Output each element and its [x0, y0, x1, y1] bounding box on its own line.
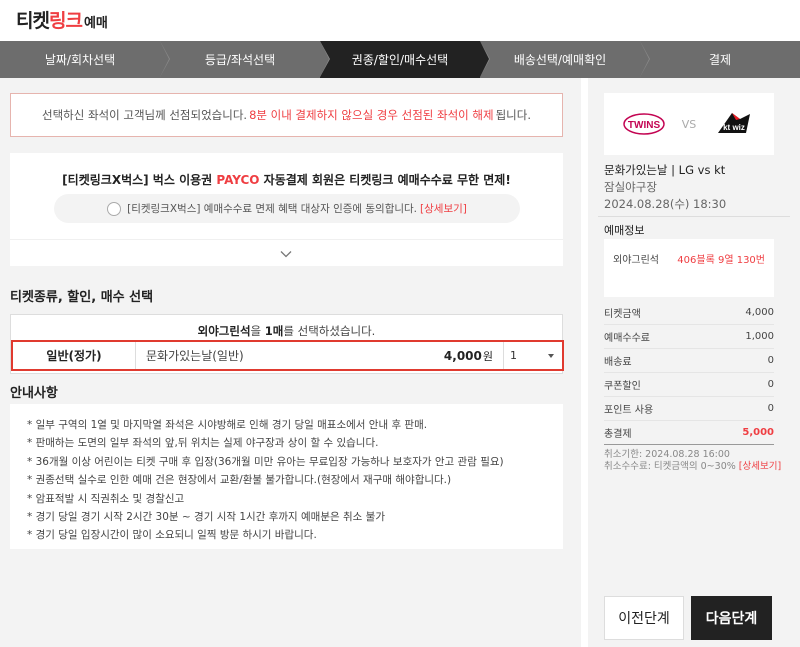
summary-text-mid: 을 [250, 324, 265, 338]
price-label: 쿠폰할인 [604, 381, 641, 392]
step-date-round: 날짜/회차선택 [0, 41, 170, 78]
summary-text-end: 를 선택하셨습니다. [283, 324, 376, 338]
bugs-promo-box: [티켓링크X벅스] 벅스 이용권 PAYCO 자동결제 회원은 티켓링크 예매수… [10, 153, 563, 266]
selected-seat-grade: 외야그린석 [197, 324, 251, 338]
ticket-type-row: 일반(정가) 문화가있는날(일반) 4,000원 1 [11, 340, 564, 371]
notice-suffix: 됩니다. [495, 108, 531, 122]
price-row-total: 총결제 5,000 [604, 421, 774, 445]
cancel-policy: 취소기한: 2024.08.28 16:00 취소수수료: 티켓금액의 0~30… [604, 449, 781, 473]
ticket-discount-name: 문화가있는날(일반) [146, 349, 244, 363]
selected-count: 1매 [264, 324, 284, 338]
price-value: 4,000 [745, 307, 774, 318]
ticket-price-value: 4,000 [443, 348, 482, 363]
promo-title: [티켓링크X벅스] 벅스 이용권 PAYCO 자동결제 회원은 티켓링크 예매수… [10, 171, 563, 188]
cancel-detail-link[interactable]: [상세보기] [739, 461, 781, 472]
price-label: 포인트 사용 [604, 405, 654, 416]
step-progress-bar: 날짜/회차선택 등급/좌석선택 권종/할인/매수선택 배송선택/예매확인 결제 [0, 41, 800, 78]
quantity-select[interactable]: 1 [503, 342, 560, 369]
prev-step-button[interactable]: 이전단계 [604, 596, 684, 640]
step-label: 결제 [708, 53, 732, 67]
logo-text-reserve: 예매 [83, 16, 108, 31]
price-value: 0 [767, 355, 774, 366]
logo-text-link: 링크 [48, 10, 83, 32]
quantity-value: 1 [510, 349, 517, 362]
step-ticket-type-current: 권종/할인/매수선택 [320, 41, 490, 78]
step-label: 배송선택/예매확인 [513, 53, 607, 67]
notice-highlight: 8분 이내 결제하지 않으실 경우 선점된 좌석이 해제 [249, 108, 494, 122]
price-label: 티켓금액 [604, 309, 641, 320]
vs-label: VS [681, 117, 697, 131]
seat-location: 406블록 9열 130번 [677, 255, 765, 266]
step-label: 권종/할인/매수선택 [351, 53, 449, 67]
promo-title-payco: PAYCO [216, 173, 260, 187]
ticketlink-logo[interactable]: 티켓 링크 예매 [16, 6, 108, 32]
home-logo-text: TWINS [628, 120, 661, 131]
price-value: 0 [767, 379, 774, 390]
guide-item: * 암표적발 시 직권취소 및 경찰신고 [27, 492, 185, 505]
ticket-type-label: 일반(정가) [13, 342, 136, 369]
promo-divider [10, 239, 563, 240]
lg-twins-logo: TWINS [622, 113, 665, 135]
reserve-info-title: 예매정보 [604, 224, 645, 237]
promo-title-post: 자동결제 회원은 티켓링크 예매수수료 무한 면제! [259, 173, 511, 187]
price-label: 예매수수료 [604, 333, 650, 344]
promo-agree-option[interactable]: [티켓링크X벅스] 예매수수료 면제 혜택 대상자 인증에 동의합니다. [상세… [54, 194, 520, 223]
venue: 잠실야구장 [604, 180, 657, 194]
match-logos: TWINS VS kt wiz [604, 93, 774, 155]
price-breakdown: 티켓금액 4,000 예매수수료 1,000 배송료 0 쿠폰할인 0 포인트 사용 0 … [604, 301, 774, 445]
guide-list: * 일부 구역의 1열 및 마지막열 좌석은 시야방해로 인해 경기 당일 매표… [10, 404, 563, 549]
logo-text-ticket: 티켓 [16, 10, 50, 32]
price-value: 0 [767, 403, 774, 414]
guide-item: * 경기 당일 경기 시작 2시간 30분 ~ 경기 시작 1시간 후까지 예매… [27, 511, 385, 524]
summary-divider [598, 216, 790, 217]
guide-item: * 경기 당일 입장시간이 많이 소요되니 일찍 방문 하시기 바랍니다. [27, 529, 317, 542]
ticket-price-unit: 원 [482, 349, 493, 363]
price-row-ticket: 티켓금액 4,000 [604, 301, 774, 325]
cancel-fee: 취소수수료: 티켓금액의 0~30% [604, 461, 736, 472]
game-title: 문화가있는날 | LG vs kt [604, 163, 726, 177]
step-label: 날짜/회차선택 [44, 53, 116, 67]
booking-summary-panel: TWINS VS kt wiz 문화가있는날 | LG vs kt 잠실야구장 … [588, 78, 800, 647]
away-logo-text: kt wiz [723, 123, 745, 132]
dropdown-caret-icon [548, 353, 554, 358]
agree-text: [티켓링크X벅스] 예매수수료 면제 혜택 대상자 인증에 동의합니다. [127, 203, 418, 215]
guide-item: * 36개월 이상 어린이는 티켓 구매 후 입장(36개월 미만 유아는 무료… [27, 455, 504, 468]
guide-item: * 판매하는 도면의 일부 좌석의 앞,뒤 위치는 실제 야구장과 상이 할 수… [27, 437, 379, 450]
ticket-selection-summary: 외야그린석을 1매를 선택하셨습니다. [11, 323, 562, 339]
agree-radio[interactable] [107, 201, 122, 216]
ticket-price: 4,000원 [444, 348, 493, 364]
total-value: 5,000 [742, 427, 774, 438]
next-step-button[interactable]: 다음단계 [691, 596, 772, 640]
chevron-down-icon[interactable] [280, 248, 292, 260]
kt-wiz-logo: kt wiz [718, 113, 751, 133]
seat-info-box: 외야그린석 406블록 9열 130번 [604, 239, 774, 297]
price-row-coupon: 쿠폰할인 0 [604, 373, 774, 397]
guide-item: * 권종선택 실수로 인한 예매 건은 현장에서 교환/환불 불가합니다.(현장… [27, 474, 452, 487]
guide-title: 안내사항 [10, 386, 58, 401]
promo-title-pre: [티켓링크X벅스] 벅스 이용권 [62, 173, 217, 187]
price-row-point: 포인트 사용 0 [604, 397, 774, 421]
step-label: 등급/좌석선택 [204, 53, 276, 67]
price-label: 배송료 [604, 357, 632, 368]
promo-detail-link[interactable]: [상세보기] [420, 201, 467, 216]
cancel-deadline: 취소기한: 2024.08.28 16:00 [604, 449, 730, 460]
seat-hold-notice: 선택하신 좌석이 고객님께 선점되었습니다. 8분 이내 결제하지 않으실 경우… [10, 93, 563, 137]
step-payment: 결제 [640, 41, 800, 78]
notice-prefix: 선택하신 좌석이 고객님께 선점되었습니다. [42, 108, 248, 122]
price-value: 1,000 [745, 331, 774, 342]
ticket-selection-box: 외야그린석을 1매를 선택하셨습니다. 일반(정가) 문화가있는날(일반) 4,… [10, 314, 564, 374]
step-grade-seat: 등급/좌석선택 [160, 41, 330, 78]
price-row-delivery: 배송료 0 [604, 349, 774, 373]
ticket-section-title: 티켓종류, 할인, 매수 선택 [10, 290, 154, 305]
step-delivery-confirm: 배송선택/예매확인 [480, 41, 650, 78]
guide-item: * 일부 구역의 1열 및 마지막열 좌석은 시야방해로 인해 경기 당일 매표… [27, 419, 428, 431]
cancel-fee-line: 취소수수료: 티켓금액의 0~30% [상세보기] [604, 461, 781, 473]
total-label: 총결제 [604, 429, 632, 440]
game-datetime: 2024.08.28(수) 18:30 [604, 197, 727, 211]
seat-grade-label: 외야그린석 [613, 255, 659, 266]
main-content: 선택하신 좌석이 고객님께 선점되었습니다. 8분 이내 결제하지 않으실 경우… [0, 78, 581, 647]
price-row-fee: 예매수수료 1,000 [604, 325, 774, 349]
